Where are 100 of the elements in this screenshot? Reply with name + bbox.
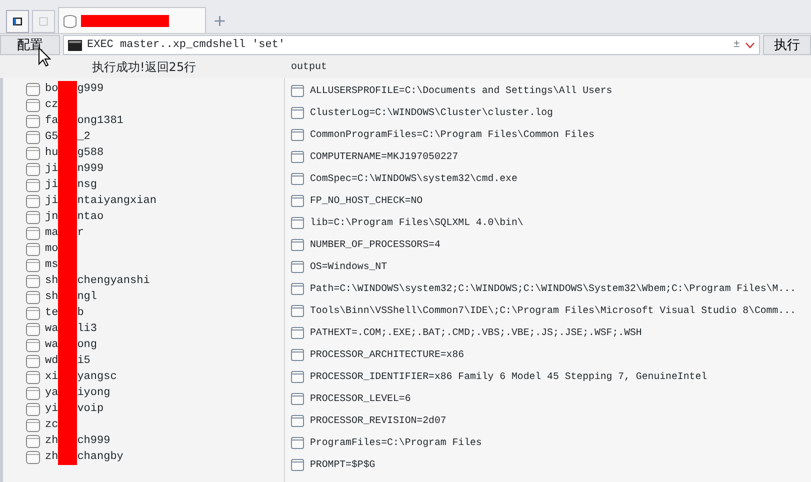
row-icon <box>291 327 304 339</box>
row-icon <box>291 459 304 471</box>
row-icon <box>26 338 40 352</box>
name-fragment: n999 <box>77 162 104 177</box>
name-fragment: sh <box>45 290 58 305</box>
name-fragment: zc <box>45 418 58 433</box>
name-fragment: r <box>77 226 84 241</box>
row-icon <box>291 107 304 119</box>
redaction-block <box>58 81 78 97</box>
row-icon <box>26 354 40 368</box>
output-line: ProgramFiles=C:\Program Files <box>310 436 482 450</box>
run-button[interactable]: 执行 <box>763 35 811 55</box>
row-icon <box>26 322 40 336</box>
name-fragment: ntao <box>77 210 104 225</box>
name-fragment: G5 <box>45 130 58 145</box>
name-fragment: ong1381 <box>77 114 124 129</box>
name-fragment: voip <box>77 402 104 417</box>
name-fragment: wa <box>45 338 58 353</box>
name-fragment: ma <box>45 226 58 241</box>
name-fragment: g588 <box>77 146 104 161</box>
row-icon <box>291 415 304 427</box>
name-fragment: ji <box>45 178 58 193</box>
row-icon <box>26 418 40 432</box>
name-fragment: changby <box>77 450 124 465</box>
row-icon <box>26 162 40 176</box>
row-icon <box>291 437 304 449</box>
row-icon <box>291 283 304 295</box>
output-line: lib=C:\Program Files\SQLXML 4.0\bin\ <box>310 216 524 230</box>
output-line: PROCESSOR_REVISION=2d07 <box>310 414 446 428</box>
row-icon <box>26 258 40 272</box>
name-fragment: ji <box>45 162 58 177</box>
command-field[interactable]: EXEC master..xp_cmdshell 'set' ± <box>63 35 760 55</box>
name-fragment: ch999 <box>77 434 110 449</box>
row-icon <box>26 434 40 448</box>
row-icon <box>26 402 40 416</box>
output-line: COMPUTERNAME=MKJ197050227 <box>310 150 458 164</box>
panel-icon <box>13 15 22 28</box>
name-fragment: te <box>45 306 58 321</box>
name-fragment: hu <box>45 146 58 161</box>
row-icon <box>291 195 304 207</box>
name-fragment: _2 <box>77 130 90 145</box>
output-line: NUMBER_OF_PROCESSORS=4 <box>310 238 440 252</box>
row-icon <box>26 274 40 288</box>
row-icon <box>26 178 40 192</box>
row-icon <box>291 305 304 317</box>
name-fragment: b <box>77 306 84 321</box>
row-icon <box>291 85 304 97</box>
name-fragment: cz <box>45 98 58 113</box>
name-fragment: nsg <box>77 178 98 193</box>
name-fragment: ntaiyangxian <box>77 194 156 209</box>
row-icon <box>26 98 40 112</box>
row-icon <box>26 242 40 256</box>
output-line: PROMPT=$P$G <box>310 458 376 472</box>
name-fragment: yangsc <box>77 370 117 385</box>
output-line: PROCESSOR_IDENTIFIER=x86 Family 6 Model 45 Stepping 7, GenuineIntel <box>310 370 708 384</box>
row-icon <box>26 306 40 320</box>
name-fragment: sh <box>45 274 58 289</box>
row-icon <box>26 386 40 400</box>
output-line: PROCESSOR_ARCHITECTURE=x86 <box>310 348 464 362</box>
name-fragment: g999 <box>77 82 104 97</box>
caret-icon <box>745 42 755 48</box>
row-icon <box>26 114 40 128</box>
row-icon <box>26 210 40 224</box>
row-icon <box>26 290 40 304</box>
terminal-icon <box>68 40 82 50</box>
name-fragment: chengyanshi <box>77 274 150 289</box>
name-fragment: i5 <box>77 354 90 369</box>
command-text: EXEC master..xp_cmdshell 'set' <box>87 38 286 53</box>
name-fragment: zh <box>45 450 58 465</box>
row-icon <box>291 173 304 185</box>
row-icon <box>291 129 304 141</box>
name-fragment: wd <box>45 354 58 369</box>
output-line: Tools\Binn\VSShell\Common7\IDE\;C:\Program Files\Microsoft Visual Studio 8\Comm... <box>310 304 796 318</box>
sidebar-toggle-button[interactable] <box>6 10 29 33</box>
name-fragment: li3 <box>77 322 98 337</box>
output-line: PATHEXT=.COM;.EXE;.BAT;.CMD;.VBS;.VBE;.JS;.JSE;.WSF;.WSH <box>310 326 642 340</box>
name-fragment: ong <box>77 338 98 353</box>
window-icon <box>39 15 48 28</box>
name-fragment: jn <box>45 210 58 225</box>
row-icon <box>26 370 40 384</box>
name-fragment: ms <box>45 258 58 273</box>
output-line: PROCESSOR_LEVEL=6 <box>310 392 411 406</box>
name-fragment: zh <box>45 434 58 449</box>
name-fragment: mo <box>45 242 58 257</box>
name-fragment: iyong <box>77 386 110 401</box>
name-fragment: xi <box>45 370 58 385</box>
column-header: output <box>290 60 328 74</box>
name-fragment: fa <box>45 114 58 129</box>
redaction-block <box>58 449 78 465</box>
connection-tab[interactable] <box>58 7 206 33</box>
row-icon <box>291 261 304 273</box>
output-line: ComSpec=C:\WINDOWS\system32\cmd.exe <box>310 172 518 186</box>
row-icon <box>26 82 40 96</box>
output-line: ALLUSERSPROFILE=C:\Documents and Settings\All Users <box>310 84 612 98</box>
database-icon <box>63 14 77 28</box>
name-fragment: ya <box>45 386 58 401</box>
row-icon <box>26 450 40 464</box>
row-icon <box>291 217 304 229</box>
row-icon <box>26 130 40 144</box>
output-line: ClusterLog=C:\WINDOWS\Cluster\cluster.log <box>310 106 553 120</box>
